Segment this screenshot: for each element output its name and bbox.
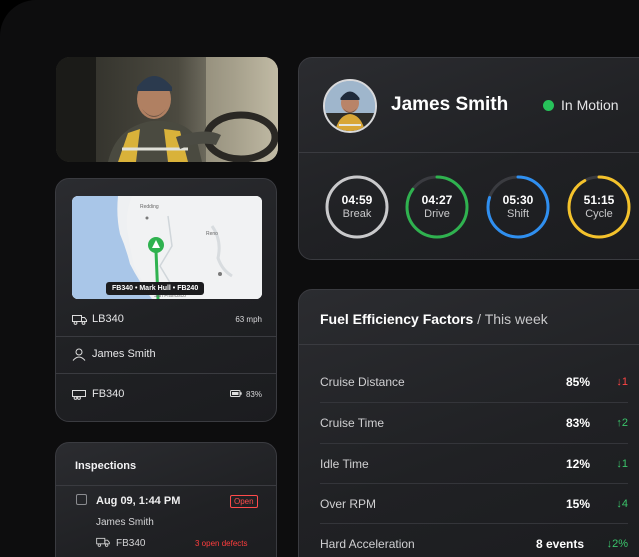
- trailer-icon: [72, 388, 88, 400]
- divider: [56, 373, 276, 374]
- fuel-row[interactable]: Cruise Time 83% ↑2: [320, 403, 628, 443]
- trailer-battery: 83%: [229, 389, 262, 399]
- status-dot-icon: [543, 99, 554, 111]
- fuel-row-value: 8 events: [535, 537, 584, 551]
- driver-hos-card: James Smith In Motion 04:59 Break 04:27 …: [298, 57, 639, 260]
- fuel-row-change: ↑2: [616, 417, 628, 429]
- inspections-title: Inspections: [75, 460, 137, 472]
- fuel-row-change: ↓4: [616, 498, 628, 510]
- divider: [299, 152, 639, 153]
- vehicle-row[interactable]: LB340 63 mph: [56, 301, 276, 337]
- fuel-row-label: Cruise Distance: [320, 375, 405, 389]
- fuel-row[interactable]: Idle Time 12% ↓1: [320, 444, 628, 484]
- clock-time: 51:15: [583, 193, 615, 207]
- divider: [299, 344, 639, 345]
- clock-drive[interactable]: 04:27 Drive: [404, 174, 470, 240]
- inspection-vehicle: FB340: [96, 537, 145, 550]
- clock-label: Break: [342, 208, 372, 220]
- clock-cycle[interactable]: 51:15 Cycle: [566, 174, 632, 240]
- trailer-id: FB340: [92, 388, 125, 400]
- fuel-row[interactable]: Cruise Distance 85% ↓1: [320, 362, 628, 402]
- clock-time: 05:30: [502, 193, 534, 207]
- vehicle-speed: 63 mph: [235, 314, 262, 324]
- inspections-card: Inspections Aug 09, 1:44 PM Open James S…: [55, 442, 277, 557]
- fuel-row-change: ↓2%: [606, 538, 628, 550]
- fuel-row-label: Idle Time: [320, 457, 369, 471]
- fuel-row[interactable]: Hard Acceleration 8 events ↓2%: [320, 524, 628, 557]
- route-tooltip: FB340 • Mark Hull • FB240: [106, 282, 205, 295]
- route-map[interactable]: Redding Reno San Francisco FB340 • Mark …: [72, 196, 262, 299]
- battery-level: 83%: [245, 389, 262, 399]
- fuel-row[interactable]: Over RPM 15% ↓4: [320, 484, 628, 524]
- app-frame: Redding Reno San Francisco FB340 • Mark …: [0, 0, 639, 557]
- clock-label: Drive: [424, 208, 450, 220]
- driver-camera-image: [56, 57, 278, 162]
- trailer-row[interactable]: FB340 83%: [56, 376, 276, 412]
- map-city-label: Reno: [206, 231, 218, 237]
- avatar: [323, 79, 377, 133]
- clock-time: 04:27: [421, 193, 453, 207]
- driver-row[interactable]: James Smith: [56, 336, 276, 372]
- driver-status: In Motion: [543, 97, 619, 113]
- truck-icon: [96, 537, 110, 550]
- fuel-period: This week: [484, 311, 548, 327]
- fuel-row-value: 85%: [565, 375, 590, 389]
- fuel-row-change: ↓1: [616, 458, 628, 470]
- clock-time: 04:59: [341, 193, 373, 207]
- inspection-driver: James Smith: [96, 517, 154, 528]
- inspection-vehicle-id: FB340: [116, 538, 146, 549]
- fuel-row-change: ↓1: [616, 376, 628, 388]
- fuel-title-sep: /: [477, 311, 485, 327]
- clock-break[interactable]: 04:59 Break: [324, 174, 390, 240]
- fuel-row-label: Hard Acceleration: [320, 537, 415, 551]
- status-badge: Open: [230, 495, 258, 508]
- fuel-title: Fuel Efficiency Factors / This week: [320, 311, 548, 327]
- vehicle-map-card: Redding Reno San Francisco FB340 • Mark …: [55, 178, 277, 422]
- fuel-title-main: Fuel Efficiency Factors: [320, 311, 474, 327]
- driver-row-name: James Smith: [92, 348, 156, 360]
- inspection-checkbox[interactable]: [76, 494, 87, 505]
- clock-label: Cycle: [585, 208, 613, 220]
- user-icon: [72, 348, 88, 361]
- fuel-efficiency-card: Fuel Efficiency Factors / This week Crui…: [298, 289, 639, 557]
- battery-icon: [229, 389, 242, 399]
- fuel-row-value: 12%: [565, 457, 590, 471]
- clock-label: Shift: [506, 208, 529, 220]
- fuel-row-value: 83%: [565, 416, 590, 430]
- driver-name: James Smith: [391, 94, 509, 115]
- map-city-label: Redding: [140, 204, 159, 210]
- status-label: In Motion: [561, 97, 619, 113]
- truck-icon: [72, 313, 88, 325]
- clock-shift[interactable]: 05:30 Shift: [485, 174, 551, 240]
- driver-camera-feed[interactable]: [56, 57, 278, 162]
- divider: [56, 485, 276, 486]
- fuel-row-label: Over RPM: [320, 497, 377, 511]
- fuel-row-value: 15%: [565, 497, 590, 511]
- fuel-row-label: Cruise Time: [320, 416, 385, 430]
- defects-count[interactable]: 3 open defects: [195, 539, 247, 548]
- vehicle-id: LB340: [92, 313, 124, 325]
- inspection-date[interactable]: Aug 09, 1:44 PM: [96, 495, 180, 507]
